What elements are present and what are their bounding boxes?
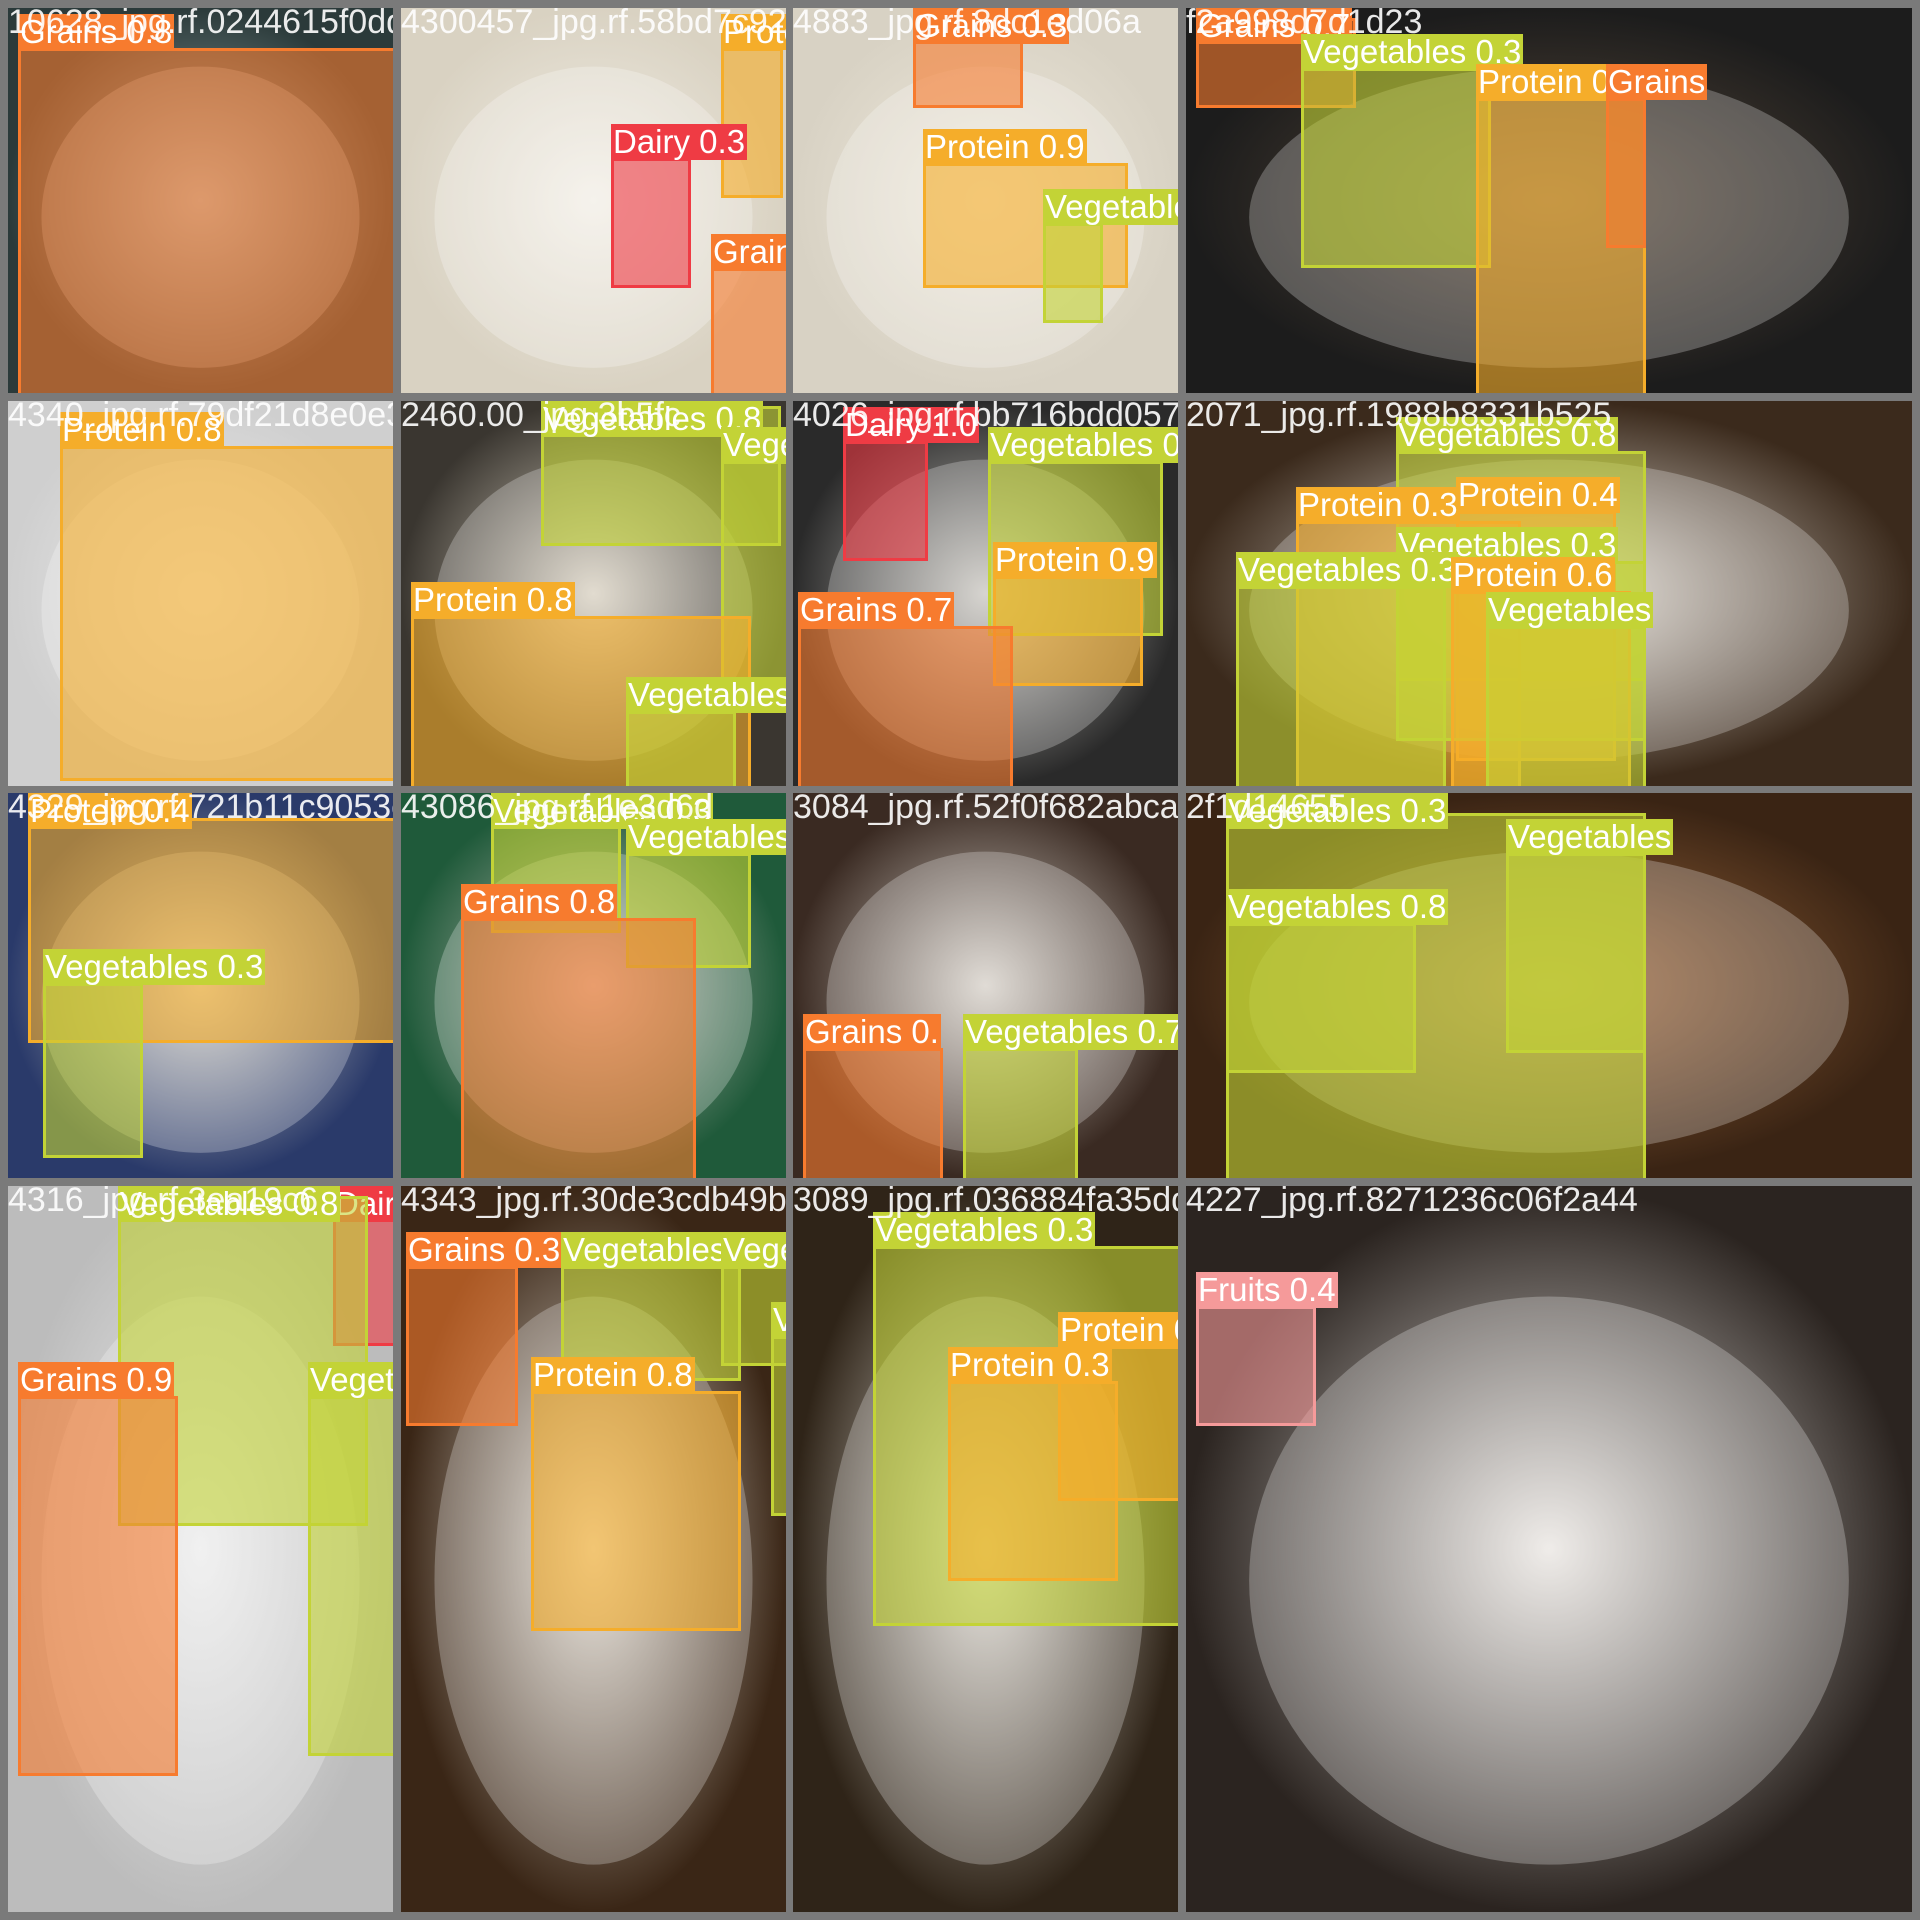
- detection-label: Vegetables: [1486, 591, 1654, 628]
- detection-box-vegetables: [1486, 626, 1646, 786]
- image-tile: Vegetables 0.8 Protein 0.4 Protein 0.3 Vege…: [1186, 401, 1912, 786]
- detection-box-grains: [406, 1266, 518, 1426]
- detection-box-grains: [803, 1048, 943, 1178]
- detection-box-protein: [993, 576, 1143, 686]
- detection-label: Protein 0.8: [60, 411, 224, 448]
- detection-label: Protein 0.9: [993, 541, 1157, 578]
- detection-label: Vegetables 0.5: [308, 1362, 393, 1398]
- detection-box-grains: [711, 268, 786, 393]
- detection-box-vegetables: [1043, 223, 1103, 323]
- detection-label: Vegetables 0.4: [626, 819, 786, 855]
- detection-box-vegetables: [1301, 68, 1491, 268]
- detection-label: Dairy 1.0: [843, 406, 980, 443]
- detection-label: Grains 0.8: [18, 13, 175, 50]
- detection-label: Vegetables 0.3: [873, 1211, 1096, 1248]
- detection-box-vegetables: [43, 983, 143, 1158]
- image-tile: Vegetables 0.3 Vegetables Vegetables 0.8 2f…: [1186, 793, 1912, 1178]
- detection-box-vegetables: [1226, 923, 1416, 1073]
- image-tile: Grains 0. Vegetables 0.7 3084_jpg.rf.52f0f…: [793, 793, 1178, 1178]
- detection-label: Vegetables 0: [721, 1232, 786, 1268]
- detection-label: Vegetables 0.6: [771, 1302, 786, 1338]
- detection-label: Vegetables 0.8: [1396, 416, 1619, 453]
- detection-label: Grains: [1606, 63, 1708, 100]
- detection-box-protein: [531, 1391, 741, 1631]
- detection-label: Protein 0.3: [948, 1346, 1112, 1383]
- detection-box-vegetables: [308, 1396, 393, 1756]
- detection-label: Protein 0.8: [411, 581, 575, 618]
- detection-label: Vegetables 0.8: [1226, 888, 1449, 925]
- detection-label: Protein 0.6: [1451, 556, 1615, 593]
- detection-label: Vegetables: [721, 427, 786, 463]
- detection-label: Vegetables 0.5: [1043, 189, 1178, 225]
- detection-label: Grains 0.3: [406, 1231, 563, 1268]
- detection-label: Protein 0.9: [923, 128, 1087, 165]
- detection-label: Vegetables 0.8: [118, 1186, 341, 1222]
- detection-box-dairy: [611, 158, 691, 288]
- detection-box-grains: [18, 1396, 178, 1776]
- detection-label: Grains 0.8: [461, 883, 618, 920]
- detection-box-grains: [798, 626, 1013, 786]
- image-tile: Dairy 1.0Vegetables 0.3 Protein 0.9 Grains…: [793, 401, 1178, 786]
- detection-box-grains: [18, 48, 393, 393]
- mosaic-grid: Grains 0.810628_jpg.rf.0244615f0dd76Prot…: [0, 0, 1920, 1920]
- detection-label: Grains 0.6: [711, 234, 786, 270]
- image-tile: Grains 0.3VegetablesVegetables 0 Vegetabl…: [401, 1186, 786, 1912]
- detection-label: Vegetables 0.3: [43, 948, 266, 985]
- detection-label: Protein 0.3: [721, 14, 786, 50]
- detection-label: Vegetables 0.3: [988, 427, 1178, 463]
- detection-box-vegetables: [1236, 586, 1446, 786]
- detection-label: Vegetables 0.3: [1226, 793, 1449, 829]
- detection-label: Vegetables: [1506, 818, 1674, 855]
- detection-box-vegetables: [1506, 853, 1646, 1053]
- detection-label: Grains 0.3: [913, 8, 1070, 44]
- image-tile: Grains 0.810628_jpg.rf.0244615f0dd76: [8, 8, 393, 393]
- detection-label: Protein 0.3: [1058, 1312, 1178, 1348]
- detection-box-grains: [1606, 98, 1646, 248]
- detection-box-vegetables: [626, 711, 736, 786]
- detection-label: Protein 0.4: [28, 793, 192, 829]
- image-tile: Grains 0.3Protein 0.9Vegetables 0.54883_…: [793, 8, 1178, 393]
- detection-label: Vegetables 0.7: [963, 1014, 1178, 1050]
- image-tile: Protein 0.3Dairy 0.3Grains 0.64300457_jp…: [401, 8, 786, 393]
- detection-label: Vegetables: [561, 1231, 729, 1268]
- detection-label: Dairy 0.3: [611, 123, 748, 160]
- detection-box-protein: [60, 446, 393, 781]
- detection-box-vegetables: [963, 1048, 1078, 1178]
- image-tile: Vegetables 0.3Protein 0.3Protein 0.33089…: [793, 1186, 1178, 1912]
- image-tile: Dairy 1.0Vegetables 0.8Vegetables 0.5Gra…: [8, 1186, 393, 1912]
- detection-label: Protein 0.8: [531, 1356, 695, 1393]
- image-tile: Protein 0.8 4340_jpg.rf.79df21d8e0e3a: [8, 401, 393, 786]
- detection-box-protein: [948, 1381, 1118, 1581]
- image-tile: Vegetables 0.8VegetablesProtein 0.8Veget…: [401, 401, 786, 786]
- detection-box-grains: [461, 918, 696, 1178]
- detection-label: Grains 0.: [803, 1013, 941, 1050]
- image-tile: Grains 0.7 Vegetables 0.3 Protein 0.4 Grain…: [1186, 8, 1912, 393]
- detection-label: Grains 0.9: [18, 1361, 175, 1398]
- detection-label: Protein 0.3: [1296, 486, 1460, 523]
- detection-label: Vegetables 0.3: [1236, 551, 1459, 588]
- detection-label: Vegetables 0.9: [626, 677, 786, 713]
- image-tile: Fruits 0.4 4227_jpg.rf.8271236c06f2a44: [1186, 1186, 1912, 1912]
- detection-label: Grains 0.7: [798, 591, 955, 628]
- detection-label: Fruits 0.4: [1196, 1271, 1338, 1308]
- detection-box-vegetables: [771, 1336, 786, 1516]
- detection-label: Protein 0.4: [1456, 476, 1620, 513]
- detection-box-fruits: [1196, 1306, 1316, 1426]
- detection-box-dairy: [843, 441, 928, 561]
- image-tile: Vegetables 0.3Vegetables 0.4Grains 0.843…: [401, 793, 786, 1178]
- image-tile: Protein 0.4 Vegetables 0.3 4329_jpg.rf.721…: [8, 793, 393, 1178]
